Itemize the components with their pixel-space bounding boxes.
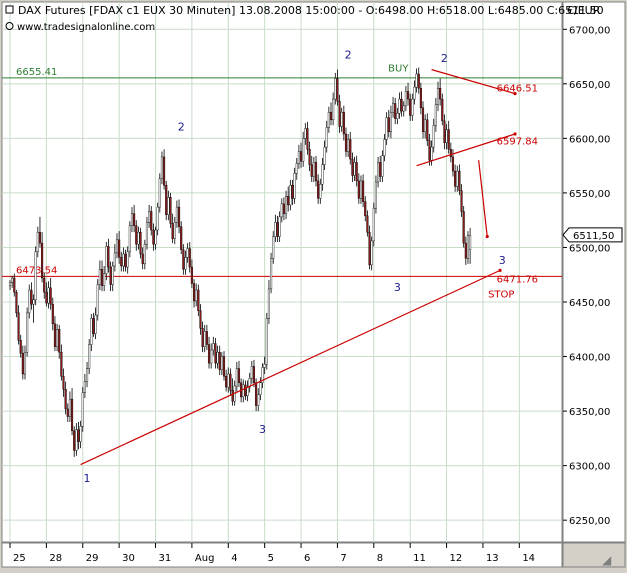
x-tick-label: 14 [522, 553, 535, 564]
y-tick-label: 6300,00 [569, 462, 610, 473]
candle [158, 173, 161, 213]
x-tick-label: 11 [413, 553, 426, 564]
y-tick-label: 6450,00 [569, 298, 610, 309]
candle [81, 387, 84, 432]
y-tick-label: 6600,00 [569, 134, 610, 145]
candle [372, 202, 375, 247]
currency-label: €/EUR [567, 4, 601, 17]
last-price-tag: 6511,50 [562, 227, 623, 243]
y-tick-label: 6650,00 [569, 80, 610, 91]
candle [26, 307, 29, 357]
wave-label: 1 [84, 472, 91, 485]
corner-panel [562, 542, 626, 568]
x-tick-label: Aug [195, 553, 215, 564]
candle [165, 180, 168, 221]
price-annotation: STOP [488, 289, 514, 300]
x-tick-label: 5 [268, 553, 274, 564]
price-annotation: 6646.51 [497, 84, 538, 95]
x-tick-label: 25 [13, 553, 26, 564]
y-tick-label: 6550,00 [569, 189, 610, 200]
chart-title: DAX Futures [FDAX c1 EUX 30 Minuten] 13.… [18, 4, 604, 17]
candle [265, 312, 268, 370]
x-tick-label: 13 [486, 553, 499, 564]
candle [128, 221, 131, 258]
wave-label: 3 [259, 423, 266, 436]
watermark: www.tradesignalonline.com [17, 22, 155, 33]
x-tick-label: 28 [49, 553, 62, 564]
header-marker-icon [5, 5, 14, 14]
price-annotation: 6471.76 [497, 274, 538, 285]
candle [34, 246, 37, 306]
x-tick-label: 29 [86, 553, 99, 564]
candle [139, 227, 142, 259]
candle [96, 279, 99, 321]
trendline-endpoint[interactable] [485, 234, 489, 239]
x-tick-label: 8 [377, 553, 383, 564]
last-price-label: 6511,50 [573, 231, 614, 242]
wave-label: 2 [441, 52, 448, 65]
price-chart[interactable]: 6655.416473.54 6646.516597.846471.76STOP… [0, 0, 627, 569]
x-tick-label: 4 [231, 553, 237, 564]
chart-window: 6655.416473.54 6646.516597.846471.76STOP… [0, 0, 627, 569]
candle [462, 206, 465, 248]
resistance-level-label: 6655.41 [16, 67, 57, 78]
wave-label: 2 [345, 49, 352, 62]
y-tick-label: 6500,00 [569, 243, 610, 254]
y-tick-label: 6350,00 [569, 407, 610, 418]
price-annotation: 6597.84 [497, 137, 538, 148]
resize-grip-icon[interactable]: ◢ [602, 553, 612, 567]
x-tick-label: 6 [304, 553, 310, 564]
wave-label: 3 [394, 281, 401, 294]
x-tick-label: 12 [450, 553, 463, 564]
wave-label: 3 [499, 254, 506, 267]
candle [169, 192, 172, 228]
y-tick-label: 6400,00 [569, 353, 610, 364]
y-tick-label: 6250,00 [569, 516, 610, 527]
y-tick-label: 6700,00 [569, 25, 610, 36]
candle [293, 167, 296, 204]
trendline-endpoint[interactable] [498, 268, 502, 272]
wave-label: 2 [178, 121, 185, 134]
x-tick-label: 31 [159, 553, 172, 564]
x-tick-label: 30 [122, 553, 135, 564]
x-tick-label: 7 [340, 553, 346, 564]
trendline-endpoint[interactable] [513, 132, 517, 136]
candle [368, 225, 371, 270]
buy-marker-label: BUY [388, 63, 409, 74]
candle [270, 252, 273, 294]
